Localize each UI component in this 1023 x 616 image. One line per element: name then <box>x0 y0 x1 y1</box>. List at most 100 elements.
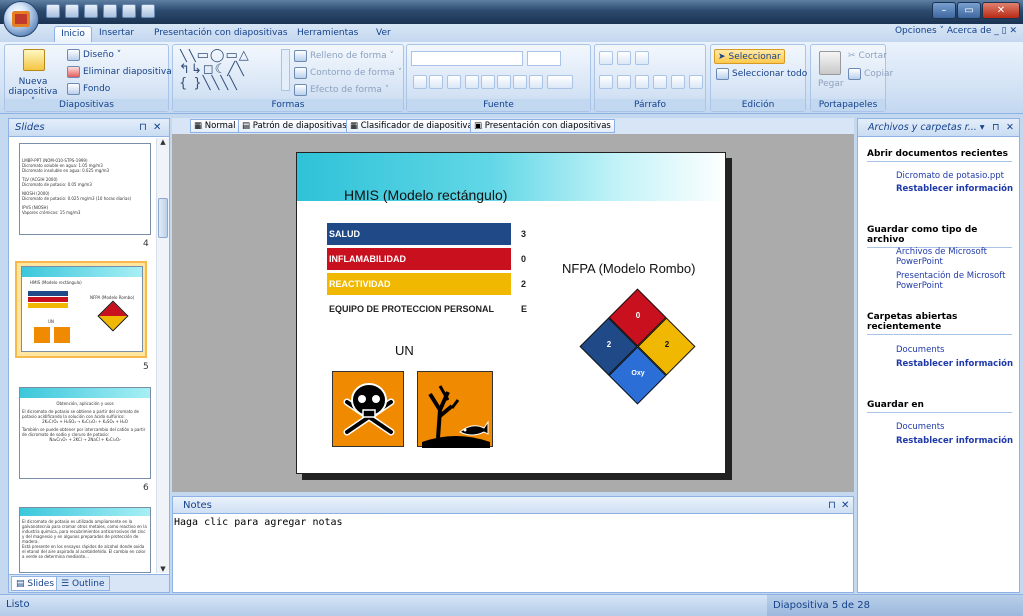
task-pane: Archivos y carpetas r... ▾ ⊓ ✕ Abrir doc… <box>857 118 1020 593</box>
columns-icon[interactable] <box>671 75 685 89</box>
justify-icon[interactable] <box>653 75 667 89</box>
hmis-value-reactividad: 2 <box>521 279 527 289</box>
undo-icon[interactable] <box>103 4 117 18</box>
tab-slide-master[interactable]: ▤ Patrón de diapositivas <box>238 119 351 133</box>
section-recent-folders: Carpetas abiertas recientemente <box>867 312 1012 335</box>
slide-thumbnail-7[interactable]: El dicromato de potasio es utilizado amp… <box>19 507 151 573</box>
maximize-button[interactable]: ▭ <box>957 2 981 19</box>
strikethrough-icon[interactable] <box>513 75 527 89</box>
redo-icon[interactable] <box>122 4 136 18</box>
open-folder-icon[interactable] <box>65 4 79 18</box>
text-direction-icon[interactable] <box>689 75 703 89</box>
shapes-gallery[interactable]: ╲╲▭◯▭△ ↰↳◻☾╱╲{ }╲╲╲╲ <box>179 49 281 93</box>
tab-ver[interactable]: Ver <box>372 26 395 42</box>
tab-insertar[interactable]: Insertar <box>95 26 138 42</box>
thumb-line: HMIS (Modelo rectángulo) <box>30 280 82 285</box>
scroll-thumb[interactable] <box>158 198 168 238</box>
bullets-icon[interactable] <box>599 51 613 65</box>
quick-access-toolbar <box>46 4 155 20</box>
minimize-button[interactable]: – <box>932 2 956 19</box>
tab-normal[interactable]: ▦ Normal <box>190 119 240 133</box>
shape-effect-button[interactable]: Efecto de forma ˅ <box>294 84 389 96</box>
paste-icon[interactable] <box>819 51 841 75</box>
link-documents-2[interactable]: Documents <box>896 422 1014 432</box>
tab-outline[interactable]: ☰ Outline <box>56 576 110 591</box>
design-button[interactable]: Diseño ˅ <box>67 49 121 61</box>
tab-slides[interactable]: ▤ Slides <box>11 576 60 591</box>
character-spacing-icon[interactable] <box>529 75 543 89</box>
font-name-combo[interactable] <box>411 51 523 66</box>
pin-icon[interactable]: ⊓ <box>828 497 836 514</box>
align-center-icon[interactable] <box>617 75 631 89</box>
shrink-font-icon[interactable] <box>429 75 443 89</box>
tab-inicio[interactable]: Inicio <box>54 26 92 42</box>
slide-number: 5 <box>143 362 149 372</box>
bold-icon[interactable] <box>465 75 479 89</box>
grow-font-icon[interactable] <box>413 75 427 89</box>
link-reset-1[interactable]: Restablecer información <box>896 184 1014 194</box>
slide-number: 6 <box>143 483 149 493</box>
close-pane-icon[interactable]: ✕ <box>1006 119 1014 137</box>
select-button[interactable]: ➤ Seleccionar <box>714 49 785 64</box>
font-size-combo[interactable] <box>527 51 561 66</box>
slide-thumbnail-5[interactable]: HMIS (Modelo rectángulo) NFPA (Modelo Ro… <box>21 266 143 352</box>
numbering-icon[interactable] <box>617 51 631 65</box>
un-label: UN <box>395 343 414 358</box>
cut-button[interactable]: ✂ Cortar <box>848 51 887 61</box>
close-pane-icon[interactable]: ✕ <box>841 497 849 514</box>
thumb-line: Na₂Cr₂O₇ + 2KCl → 2NaCl + K₂Cr₂O₇ <box>49 437 121 442</box>
indent-icon[interactable] <box>635 51 649 65</box>
scroll-up-icon[interactable]: ▲ <box>157 138 169 146</box>
paste-button[interactable]: Pegar <box>818 79 844 89</box>
slide-thumbnail-4[interactable]: LMBP-PPT (NOM-010-STPS-1999) Dicromato s… <box>19 143 151 235</box>
shape-fill-button[interactable]: Relleno de forma ˅ <box>294 50 394 62</box>
shapes-scroll[interactable] <box>281 49 290 91</box>
pin-icon[interactable]: ⊓ <box>992 119 999 137</box>
tab-presentacion[interactable]: Presentación con diapositivas <box>150 26 292 42</box>
delete-slide-button[interactable]: Eliminar diapositiva <box>67 66 172 78</box>
link-ppt-presentation[interactable]: Presentación de Microsoft PowerPoint <box>896 271 1014 291</box>
align-left-icon[interactable] <box>599 75 613 89</box>
print-icon[interactable] <box>141 4 155 18</box>
link-recent-file[interactable]: Dicromato de potasio.ppt <box>896 171 1014 181</box>
notes-input[interactable]: Haga clic para agregar notas <box>173 514 853 528</box>
link-ppt-files[interactable]: Archivos de Microsoft PowerPoint <box>896 247 1014 267</box>
underline-icon[interactable] <box>497 75 511 89</box>
background-button[interactable]: Fondo <box>67 83 110 95</box>
design-icon <box>67 49 80 61</box>
clear-format-icon[interactable] <box>447 75 461 89</box>
close-pane-icon[interactable]: ✕ <box>153 119 161 137</box>
copy-button[interactable]: Copiar <box>848 68 893 80</box>
close-window-button[interactable]: ✕ <box>982 2 1020 19</box>
save-icon[interactable] <box>84 4 98 18</box>
link-documents-1[interactable]: Documents <box>896 345 1014 355</box>
office-button-icon[interactable] <box>3 1 39 37</box>
tab-slide-sorter[interactable]: ▦ Clasificador de diapositivas <box>346 119 482 133</box>
scroll-down-icon[interactable]: ▼ <box>157 565 169 573</box>
toxic-skull-icon <box>332 371 404 447</box>
slides-tab-icon: ▤ <box>16 579 28 589</box>
link-reset-2[interactable]: Restablecer información <box>896 359 1014 369</box>
slide-thumbnail-6[interactable]: Obtención, aplicación y usos El dicromat… <box>19 387 151 479</box>
font-color-icon[interactable] <box>547 75 573 89</box>
tab-slideshow[interactable]: ▣ Presentación con diapositivas <box>470 119 615 133</box>
group-diapositivas: Nueva diapositiva ˅ Diseño ˅ Eliminar di… <box>4 44 172 112</box>
slide-5[interactable]: HMIS (Modelo rectángulo) SALUD 3 INFLAMA… <box>296 152 726 474</box>
shape-outline-button[interactable]: Contorno de forma ˅ <box>294 67 402 79</box>
italic-icon[interactable] <box>481 75 495 89</box>
new-file-icon[interactable] <box>46 4 60 18</box>
status-text: Listo <box>6 599 30 610</box>
select-all-button[interactable]: Seleccionar todo <box>716 68 807 80</box>
options-menu[interactable]: Opciones ˅ Acerca de _ ▯ ✕ <box>895 26 1017 36</box>
view-tabs: ▦ Normal ▤ Patrón de diapositivas ▦ Clas… <box>172 118 854 134</box>
pin-icon[interactable]: ⊓ <box>139 119 147 137</box>
tab-herramientas[interactable]: Herramientas <box>293 26 362 42</box>
link-reset-3[interactable]: Restablecer información <box>896 436 1014 446</box>
slides-scrollbar[interactable]: ▲ ▼ <box>156 138 169 573</box>
align-right-icon[interactable] <box>635 75 649 89</box>
hmis-row-reactividad: REACTIVIDAD <box>327 273 511 295</box>
new-slide-icon[interactable] <box>23 49 45 71</box>
task-pane-header[interactable]: Archivos y carpetas r... ▾ ⊓ ✕ <box>858 119 1019 137</box>
hmis-title: HMIS (Modelo rectángulo) <box>344 187 508 203</box>
slides-pane-header: Slides ⊓ ✕ <box>9 119 169 137</box>
